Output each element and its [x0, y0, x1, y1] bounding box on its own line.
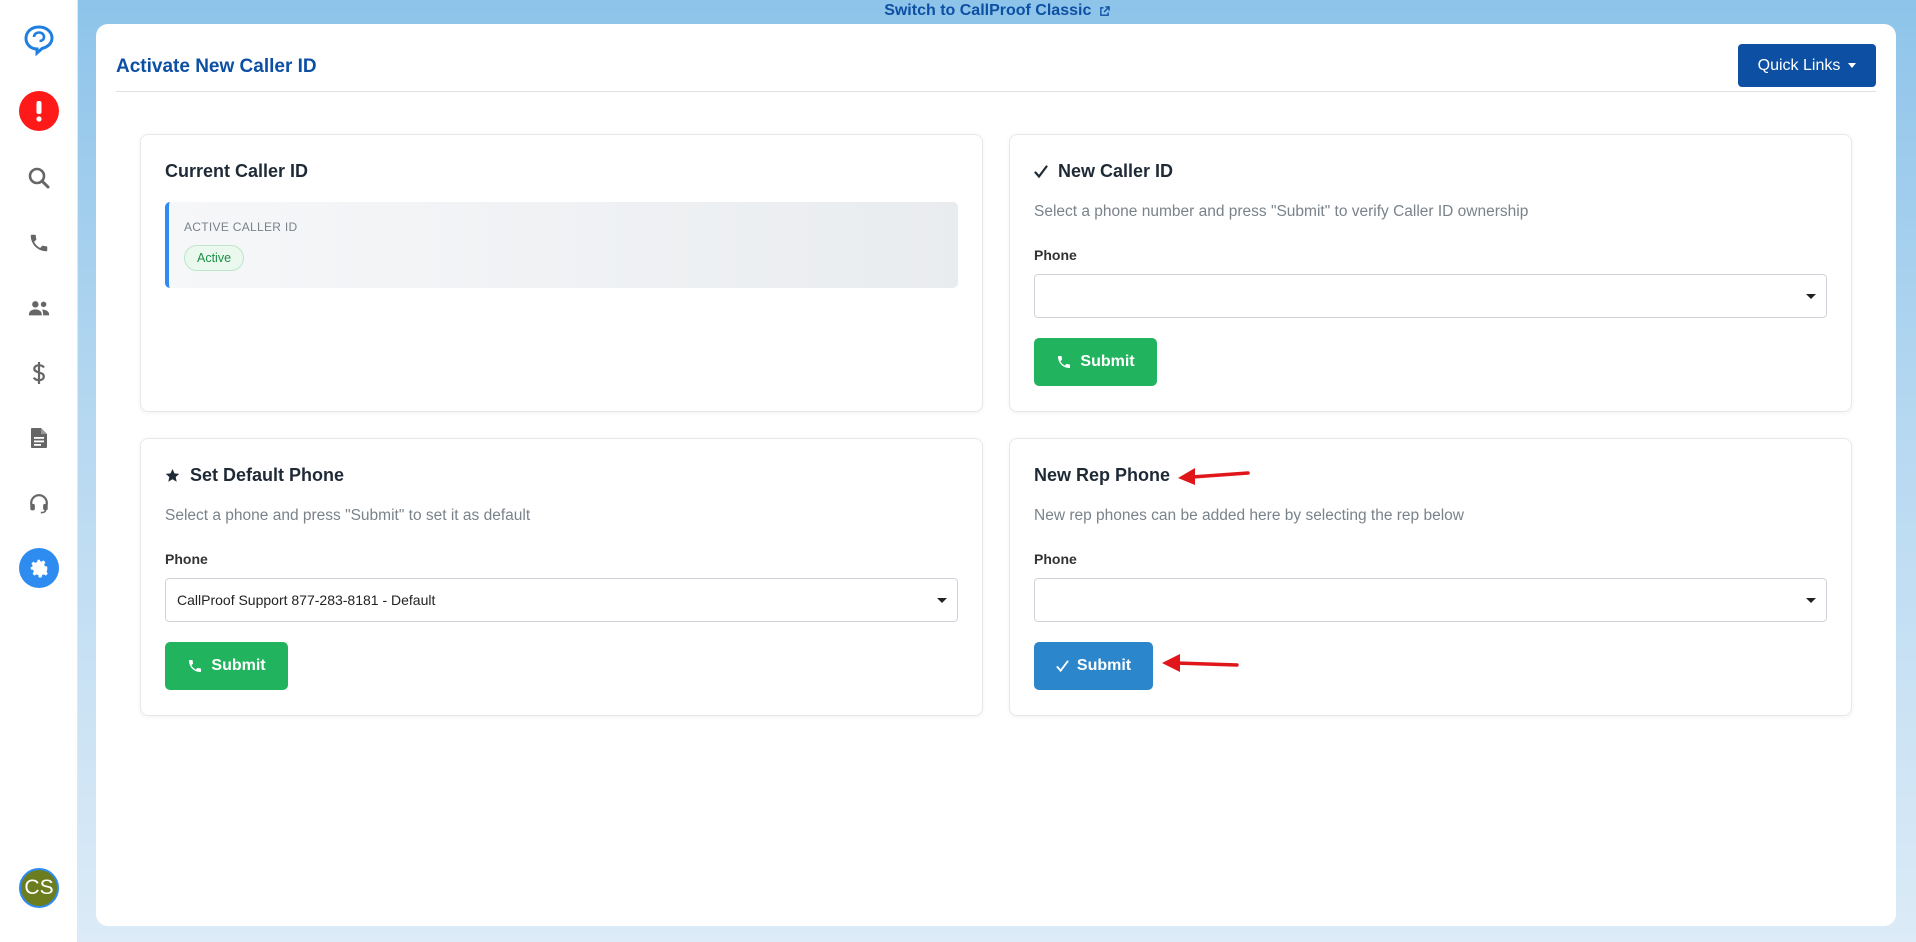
default-phone-label: Phone — [165, 551, 208, 567]
rep-phone-card: New Rep Phone New rep phones can be adde… — [1009, 438, 1852, 716]
rep-phone-select[interactable] — [1034, 578, 1827, 622]
phone-icon — [1058, 356, 1071, 368]
quick-links-button[interactable]: Quick Links — [1738, 44, 1876, 87]
rep-phone-submit-button[interactable]: Submit — [1034, 642, 1153, 690]
title-divider — [116, 91, 1876, 92]
new-caller-title: New Caller ID — [1034, 161, 1173, 182]
default-phone-title-text: Set Default Phone — [190, 465, 345, 485]
default-phone-submit-label: Submit — [211, 657, 266, 674]
check-icon — [1034, 164, 1048, 178]
default-phone-description: Select a phone and press "Submit" to set… — [165, 507, 531, 524]
external-link-icon — [1099, 5, 1110, 16]
switch-classic-link[interactable]: Switch to CallProof Classic — [78, 2, 1916, 22]
avatar-initials: CS — [24, 876, 54, 899]
annotation-arrow-icon — [1178, 468, 1250, 485]
default-phone-card: Set Default Phone Select a phone and pre… — [140, 438, 983, 716]
default-phone-submit-button[interactable]: Submit — [165, 642, 288, 690]
rep-phone-title: New Rep Phone — [1034, 465, 1170, 486]
rep-phone-title-text: New Rep Phone — [1034, 465, 1171, 485]
gear-icon[interactable] — [19, 548, 59, 588]
switch-classic-label: Switch to CallProof Classic — [884, 2, 1092, 19]
status-badge: Active — [184, 245, 245, 271]
default-phone-title: Set Default Phone — [165, 465, 344, 486]
new-caller-submit-button[interactable]: Submit — [1034, 338, 1157, 386]
chevron-down-icon — [1806, 294, 1816, 299]
page-title: Activate New Caller ID — [116, 56, 317, 77]
new-caller-phone-select[interactable] — [1034, 274, 1827, 318]
annotation-arrow-icon — [1162, 654, 1239, 672]
quick-links-label: Quick Links — [1757, 56, 1841, 74]
star-icon — [165, 468, 180, 482]
avatar[interactable]: CS — [19, 868, 59, 908]
new-caller-phone-label: Phone — [1034, 247, 1077, 263]
rep-phone-label: Phone — [1034, 551, 1077, 567]
new-caller-card: New Caller ID Select a phone number and … — [1009, 134, 1852, 412]
active-caller-label: ACTIVE CALLER ID — [184, 220, 298, 234]
dollar-icon[interactable] — [19, 353, 59, 393]
phone-icon[interactable] — [19, 223, 59, 263]
check-icon — [1056, 659, 1069, 672]
phone-icon — [189, 660, 202, 672]
sidebar: CS — [0, 0, 78, 942]
default-phone-value: CallProof Support 877-283-8181 - Default — [177, 592, 436, 608]
current-caller-card: Current Caller ID ACTIVE CALLER ID Activ… — [140, 134, 983, 412]
callproof-logo-icon[interactable] — [19, 20, 59, 60]
rep-phone-submit-label: Submit — [1076, 657, 1132, 674]
new-caller-description: Select a phone number and press "Submit"… — [1034, 203, 1529, 220]
users-icon[interactable] — [19, 288, 59, 328]
chevron-down-icon — [1806, 598, 1816, 603]
caret-down-icon — [1848, 63, 1857, 68]
default-phone-select[interactable]: CallProof Support 877-283-8181 - Default — [165, 578, 958, 622]
new-caller-title-text: New Caller ID — [1058, 161, 1174, 181]
chevron-down-icon — [937, 598, 947, 603]
alert-icon[interactable] — [19, 91, 59, 131]
new-caller-submit-label: Submit — [1080, 353, 1135, 370]
current-caller-title: Current Caller ID — [165, 161, 308, 182]
rep-phone-description: New rep phones can be added here by sele… — [1034, 507, 1464, 524]
search-icon[interactable] — [19, 158, 59, 198]
active-caller-box: ACTIVE CALLER ID Active — [165, 202, 958, 288]
current-caller-title-text: Current Caller ID — [165, 161, 309, 181]
document-icon[interactable] — [19, 418, 59, 458]
main-panel: Activate New Caller ID Quick Links Curre… — [96, 24, 1896, 926]
headset-icon[interactable] — [19, 483, 59, 523]
